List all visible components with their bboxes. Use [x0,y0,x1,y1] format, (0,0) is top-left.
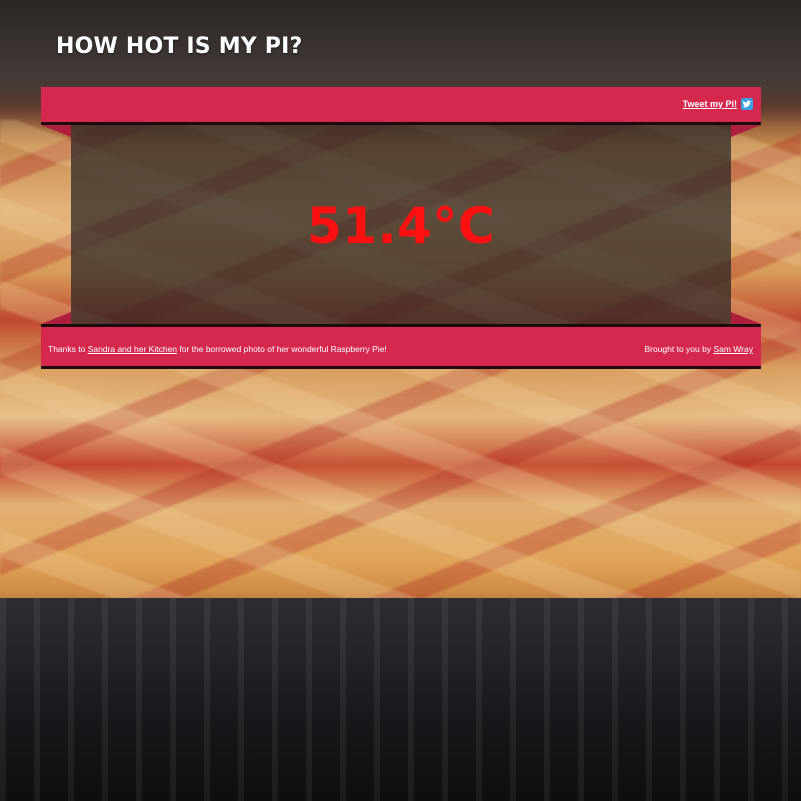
footer-ribbon: Thanks to Sandra and her Kitchen for the… [41,324,761,369]
sam-wray-link[interactable]: Sam Wray [713,344,753,354]
ribbon-fold-bottom-right [731,312,761,324]
pie-tin [0,598,801,801]
sandra-kitchen-link[interactable]: Sandra and her Kitchen [88,344,177,354]
tweet-link[interactable]: Tweet my Pi! [683,99,737,109]
twitter-icon[interactable] [741,98,753,110]
byline-prefix: Brought to you by [644,344,714,354]
photo-credits: Thanks to Sandra and her Kitchen for the… [48,344,387,354]
ribbon-fold-bottom-left [41,312,71,324]
credits-suffix: for the borrowed photo of her wonderful … [177,344,387,354]
temperature-readout: 51.4°C [306,197,496,255]
ribbon-fold-top-right [731,125,761,137]
header-ribbon: Tweet my Pi! [41,87,761,125]
ribbon-fold-top-left [41,125,71,137]
temperature-panel: 51.4°C [71,125,731,324]
credits-prefix: Thanks to [48,344,88,354]
page: HOW HOT IS MY PI? Tweet my Pi! 51.4°C Th… [0,0,801,801]
author-byline: Brought to you by Sam Wray [644,344,753,354]
site-title: HOW HOT IS MY PI? [56,34,303,59]
